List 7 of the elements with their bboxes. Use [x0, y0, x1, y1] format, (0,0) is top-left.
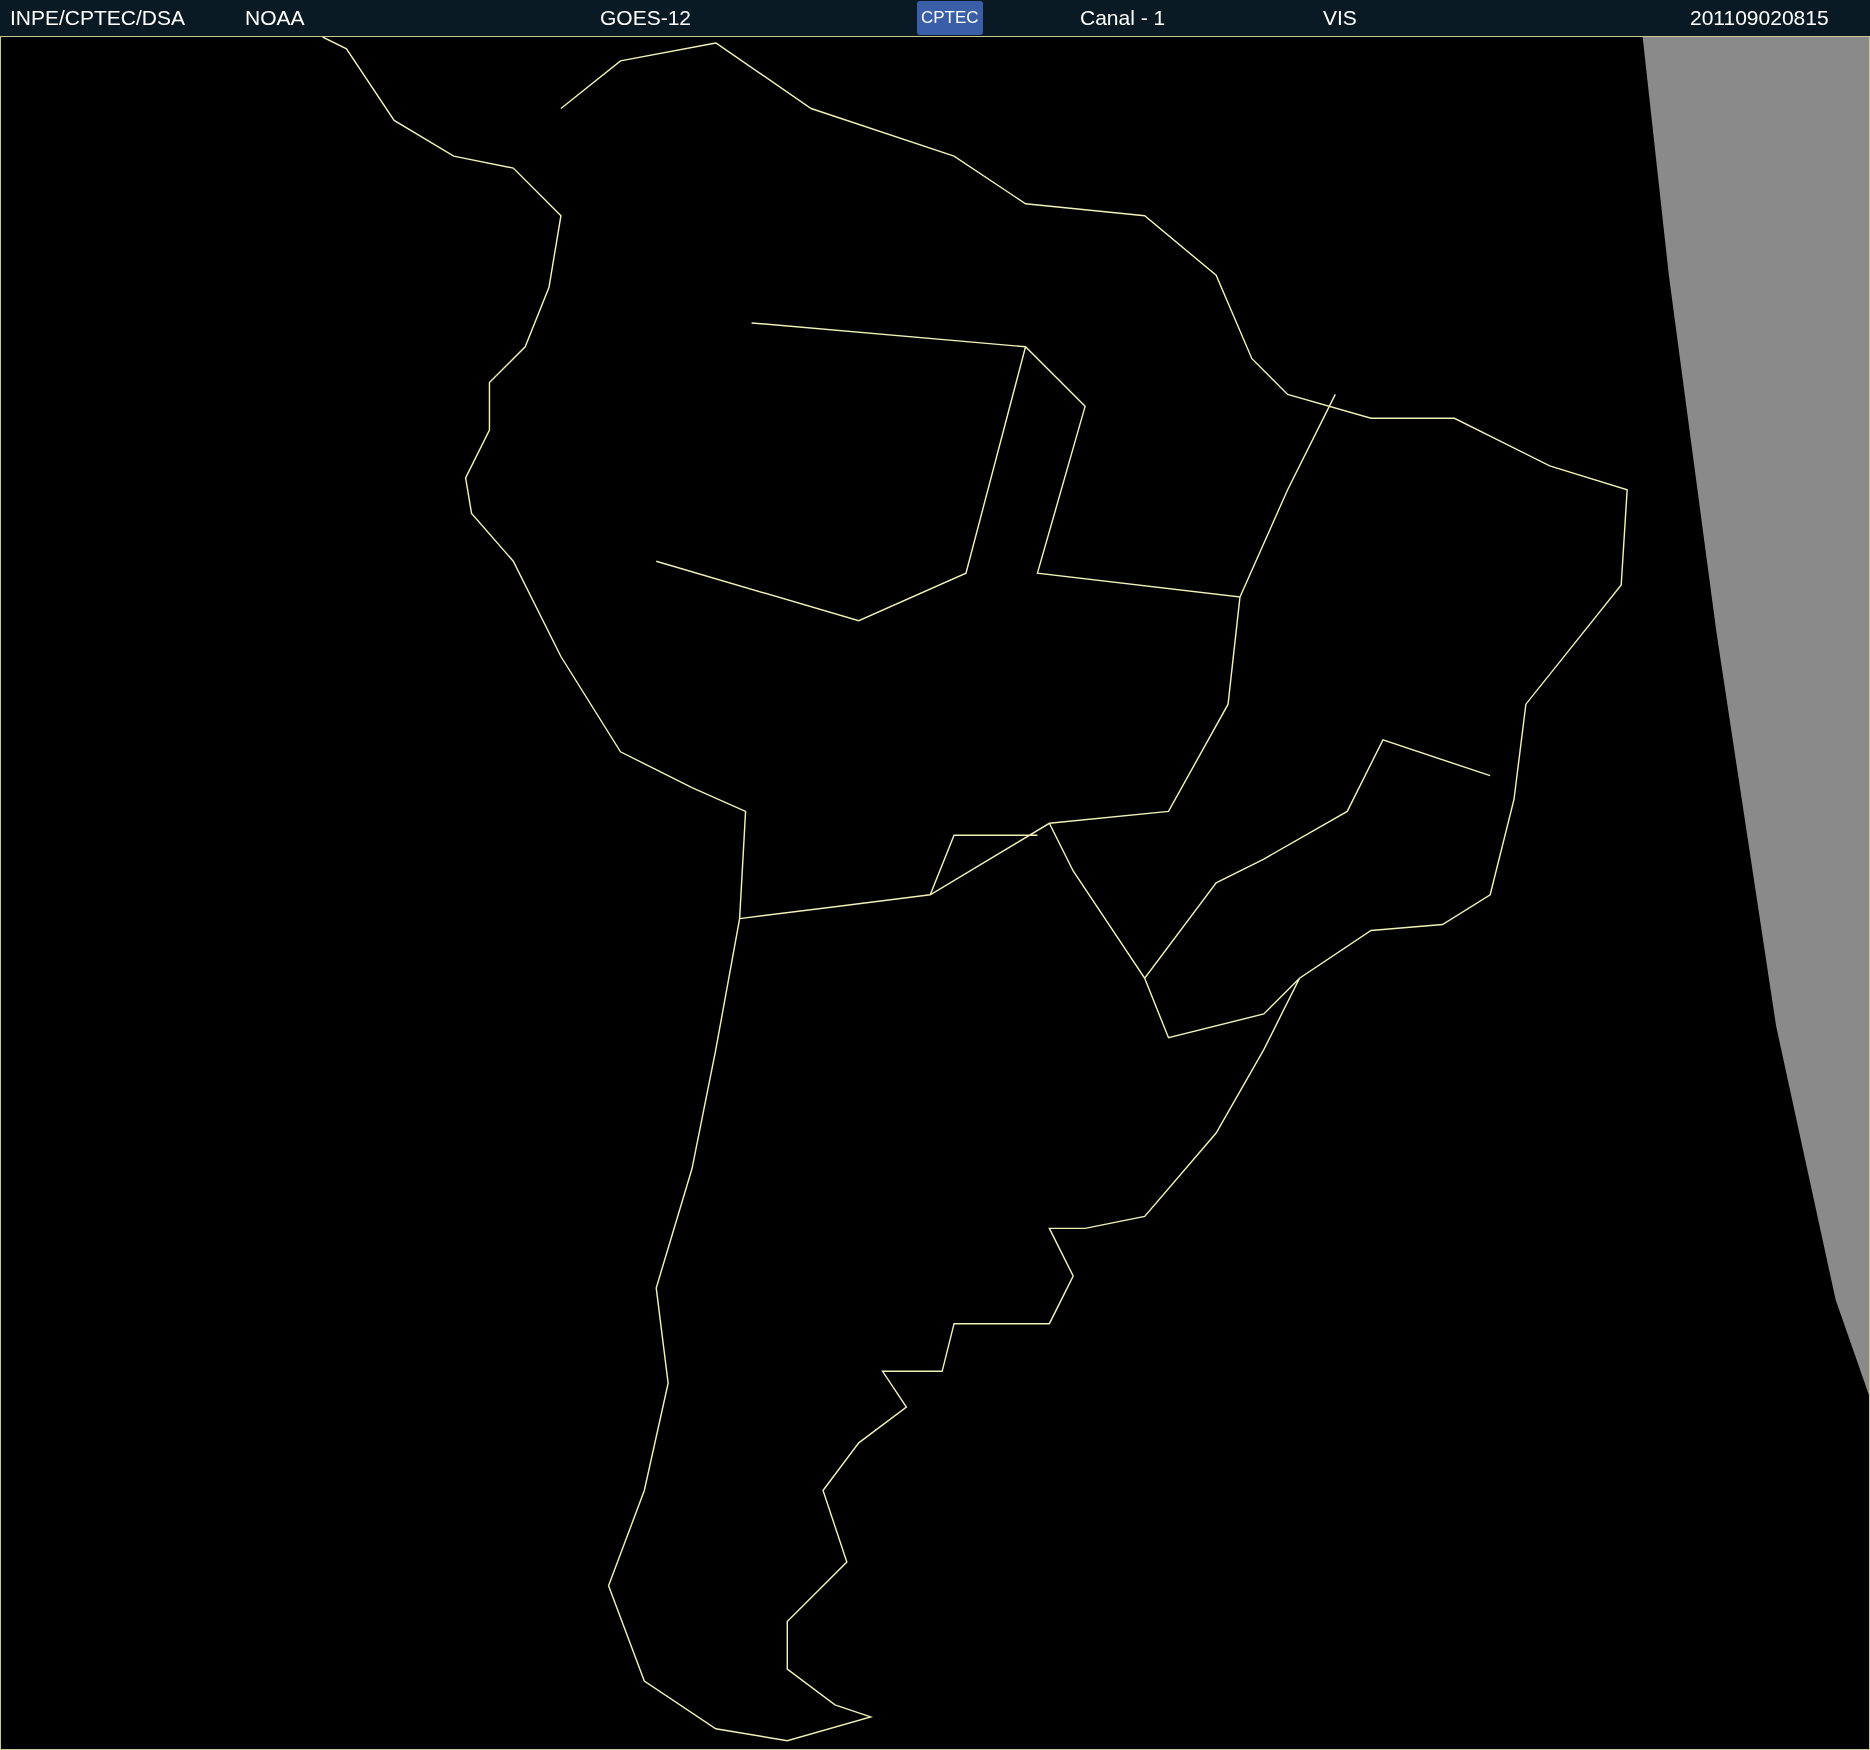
header-label: 201109020815	[1690, 6, 1829, 30]
header-label: VIS	[1323, 6, 1357, 30]
header-label: GOES-12	[600, 6, 692, 30]
logo: CPTEC	[917, 1, 983, 35]
header-label: Canal - 1	[1080, 6, 1166, 30]
header-label: INPE/CPTEC/DSA	[10, 6, 186, 30]
header-label: NOAA	[245, 6, 305, 30]
